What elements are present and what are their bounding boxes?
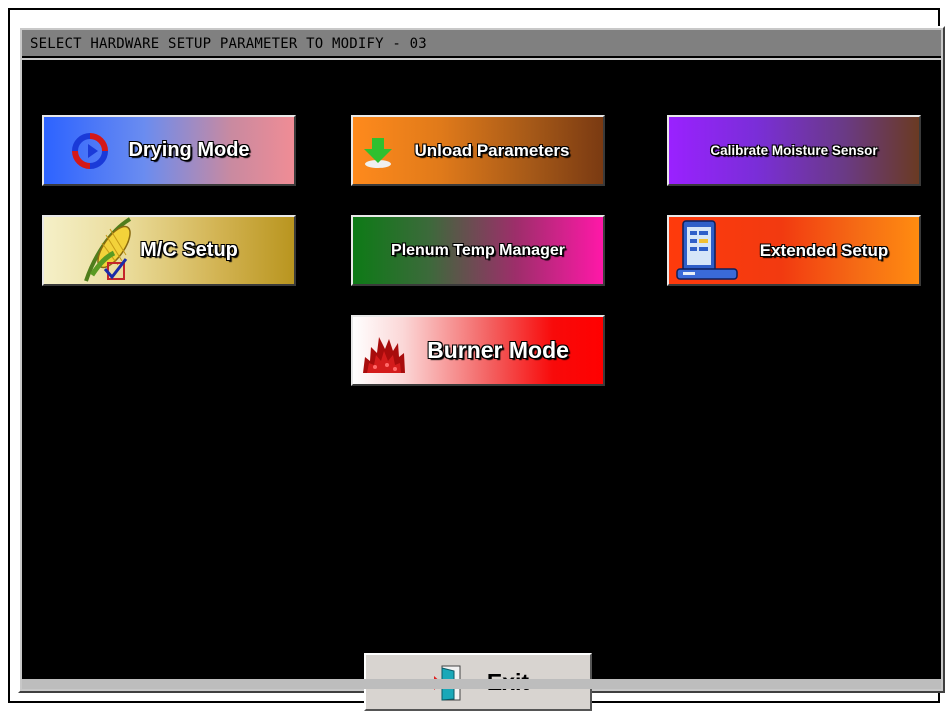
fire-icon — [361, 331, 407, 381]
control-panel-icon — [675, 219, 741, 288]
mc-setup-button[interactable]: M/C Setup — [42, 215, 296, 286]
refresh-cycle-icon — [70, 131, 110, 177]
download-arrow-icon — [361, 135, 395, 174]
extended-setup-button[interactable]: Extended Setup — [667, 215, 921, 286]
button-panel: Drying Mode Unload Parameters Calibrate … — [22, 60, 941, 711]
unload-parameters-button[interactable]: Unload Parameters — [351, 115, 605, 186]
corn-checkmark-icon — [80, 217, 140, 293]
setup-window: SELECT HARDWARE SETUP PARAMETER TO MODIF… — [18, 26, 945, 711]
calibrate-moisture-sensor-button[interactable]: Calibrate Moisture Sensor — [667, 115, 921, 186]
window-title: SELECT HARDWARE SETUP PARAMETER TO MODIF… — [22, 30, 941, 58]
plenum-temp-manager-label: Plenum Temp Manager — [391, 241, 565, 259]
drying-mode-label: Drying Mode — [128, 139, 250, 161]
extended-setup-label: Extended Setup — [759, 240, 889, 260]
calibrate-moisture-sensor-label: Calibrate Moisture Sensor — [710, 143, 878, 158]
burner-mode-button[interactable]: Burner Mode — [351, 315, 605, 386]
drying-mode-button[interactable]: Drying Mode — [42, 115, 296, 186]
unload-parameters-label: Unload Parameters — [414, 140, 570, 160]
bottom-status-strip — [22, 679, 941, 689]
mc-setup-label: M/C Setup — [140, 239, 238, 261]
plenum-temp-manager-button[interactable]: Plenum Temp Manager — [351, 215, 605, 286]
burner-mode-label: Burner Mode — [427, 337, 569, 363]
